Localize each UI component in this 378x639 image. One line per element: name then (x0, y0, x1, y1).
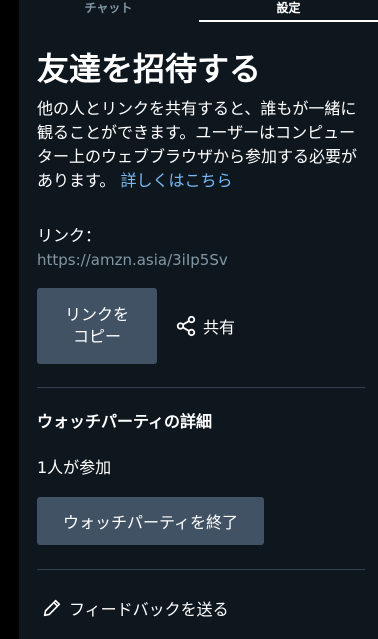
share-button-label: 共有 (203, 318, 236, 337)
end-watch-party-button[interactable]: ウォッチパーティを終了 (37, 497, 264, 545)
watch-party-panel: チャット 設定 友達を招待する 他の人とリンクを共有すると、誰もが一緒に観ること… (19, 0, 378, 639)
end-watch-party-button-label: ウォッチパーティを終了 (62, 513, 239, 532)
watch-party-details-title: ウォッチパーティの詳細 (37, 412, 213, 431)
section-divider (37, 387, 365, 388)
page-title: 友達を招待する (37, 50, 262, 88)
share-button[interactable]: 共有 (175, 314, 235, 338)
copy-link-button-label: リンクを コピー (64, 305, 129, 346)
tab-chat[interactable]: チャット (19, 0, 198, 22)
tab-settings[interactable]: 設定 (199, 0, 378, 22)
invite-link-url: https://amzn.asia/3iIp5Sv (37, 251, 228, 269)
participant-count: 1人が参加 (37, 458, 112, 477)
send-feedback-button[interactable]: フィードバックを送る (41, 595, 229, 621)
app-frame: チャット 設定 友達を招待する 他の人とリンクを共有すると、誰もが一緒に観ること… (0, 0, 378, 639)
pencil-icon (43, 599, 61, 617)
learn-more-link[interactable]: 詳しくはこちら (121, 171, 233, 190)
copy-link-button[interactable]: リンクを コピー (37, 288, 157, 364)
send-feedback-label: フィードバックを送る (69, 600, 229, 619)
left-gutter (0, 0, 19, 639)
tab-bar: チャット 設定 (19, 0, 378, 22)
share-icon (176, 315, 196, 337)
invite-description: 他の人とリンクを共有すると、誰もが一緒に観ることができます。ユーザーはコンピュー… (37, 97, 369, 193)
link-label: リンク： (37, 226, 102, 245)
section-divider (37, 569, 365, 570)
